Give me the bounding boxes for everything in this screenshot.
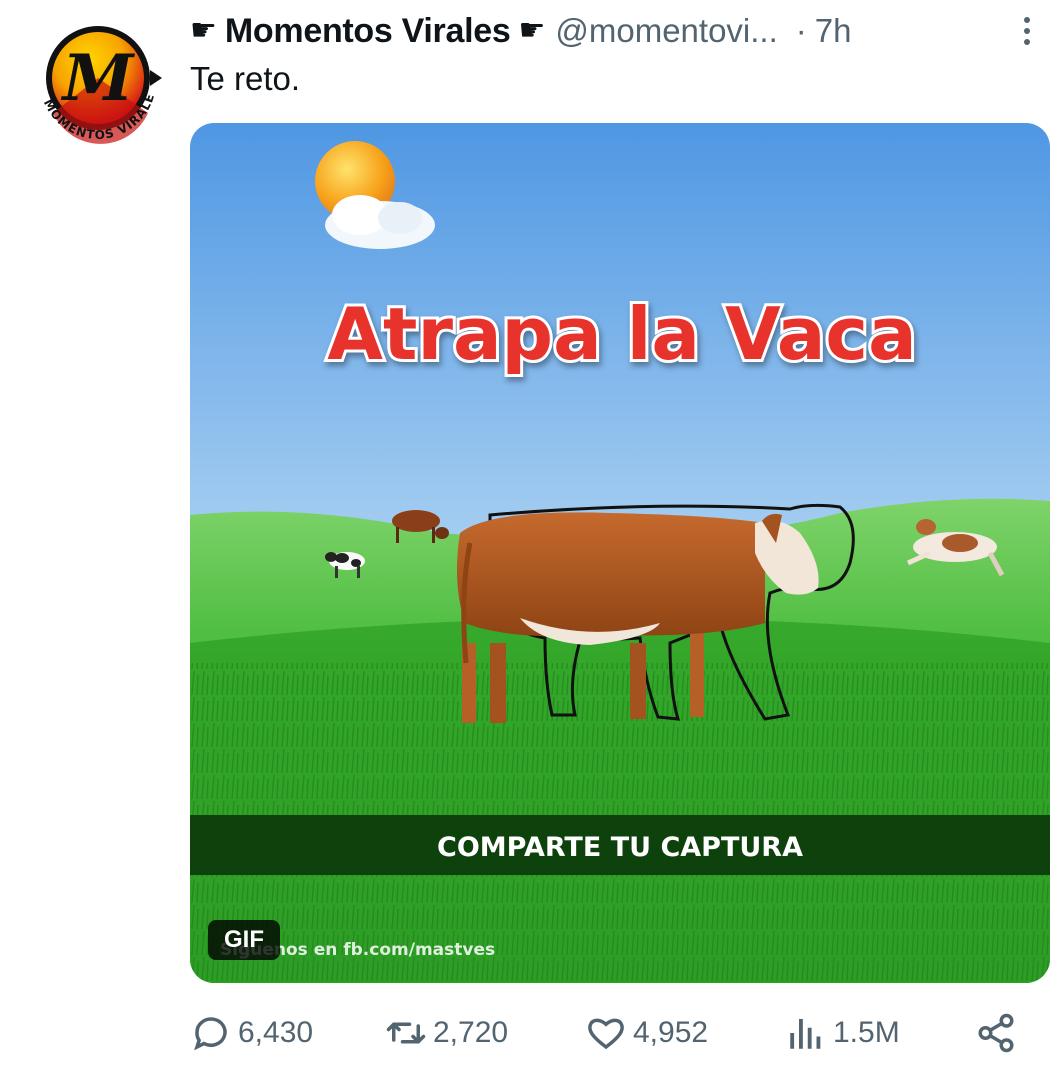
reply-button[interactable]: 6,430 (190, 1005, 313, 1061)
author-name[interactable]: Momentos Virales (225, 12, 511, 51)
reply-count: 6,430 (238, 1016, 314, 1049)
like-button[interactable]: 4,952 (585, 1005, 708, 1061)
like-count: 4,952 (633, 1016, 709, 1049)
svg-text:M: M (61, 41, 136, 116)
reply-icon (194, 1017, 227, 1051)
tweet-actions: 6,430 2,720 4,952 1.5M (190, 1005, 1040, 1061)
tweet-text: Te reto. (190, 60, 301, 97)
heart-icon (588, 1018, 624, 1050)
gif-title: Atrapa la Vaca (327, 292, 916, 376)
avatar[interactable]: M MOMENTOS VIRALES (28, 18, 168, 158)
time-separator: · (795, 12, 807, 49)
gif-badge: GIF (208, 920, 280, 960)
views-count: 1.5M (833, 1016, 900, 1049)
pointing-hand-icon: ☛ (190, 14, 217, 47)
views-chart-icon (790, 1019, 821, 1049)
retweet-button[interactable]: 2,720 (385, 1005, 508, 1061)
retweet-icon (386, 1022, 426, 1044)
tweet-time[interactable]: 7h (815, 12, 852, 50)
tweet-header: ☛ Momentos Virales ☛ @momentovi... · 7h (190, 8, 1040, 54)
views-button[interactable]: 1.5M (785, 1005, 900, 1061)
retweet-count: 2,720 (433, 1016, 509, 1049)
share-icon (978, 1013, 1014, 1053)
author-handle[interactable]: @momentovi... (555, 12, 777, 50)
share-button[interactable] (975, 1005, 1023, 1061)
media-gif[interactable]: Atrapa la Vaca COMPARTE TU CAPTURA Sígue… (190, 123, 1050, 983)
gif-banner: COMPARTE TU CAPTURA (437, 832, 803, 863)
pointing-hand-icon: ☛ (518, 14, 546, 47)
more-options-icon[interactable] (1015, 14, 1039, 48)
